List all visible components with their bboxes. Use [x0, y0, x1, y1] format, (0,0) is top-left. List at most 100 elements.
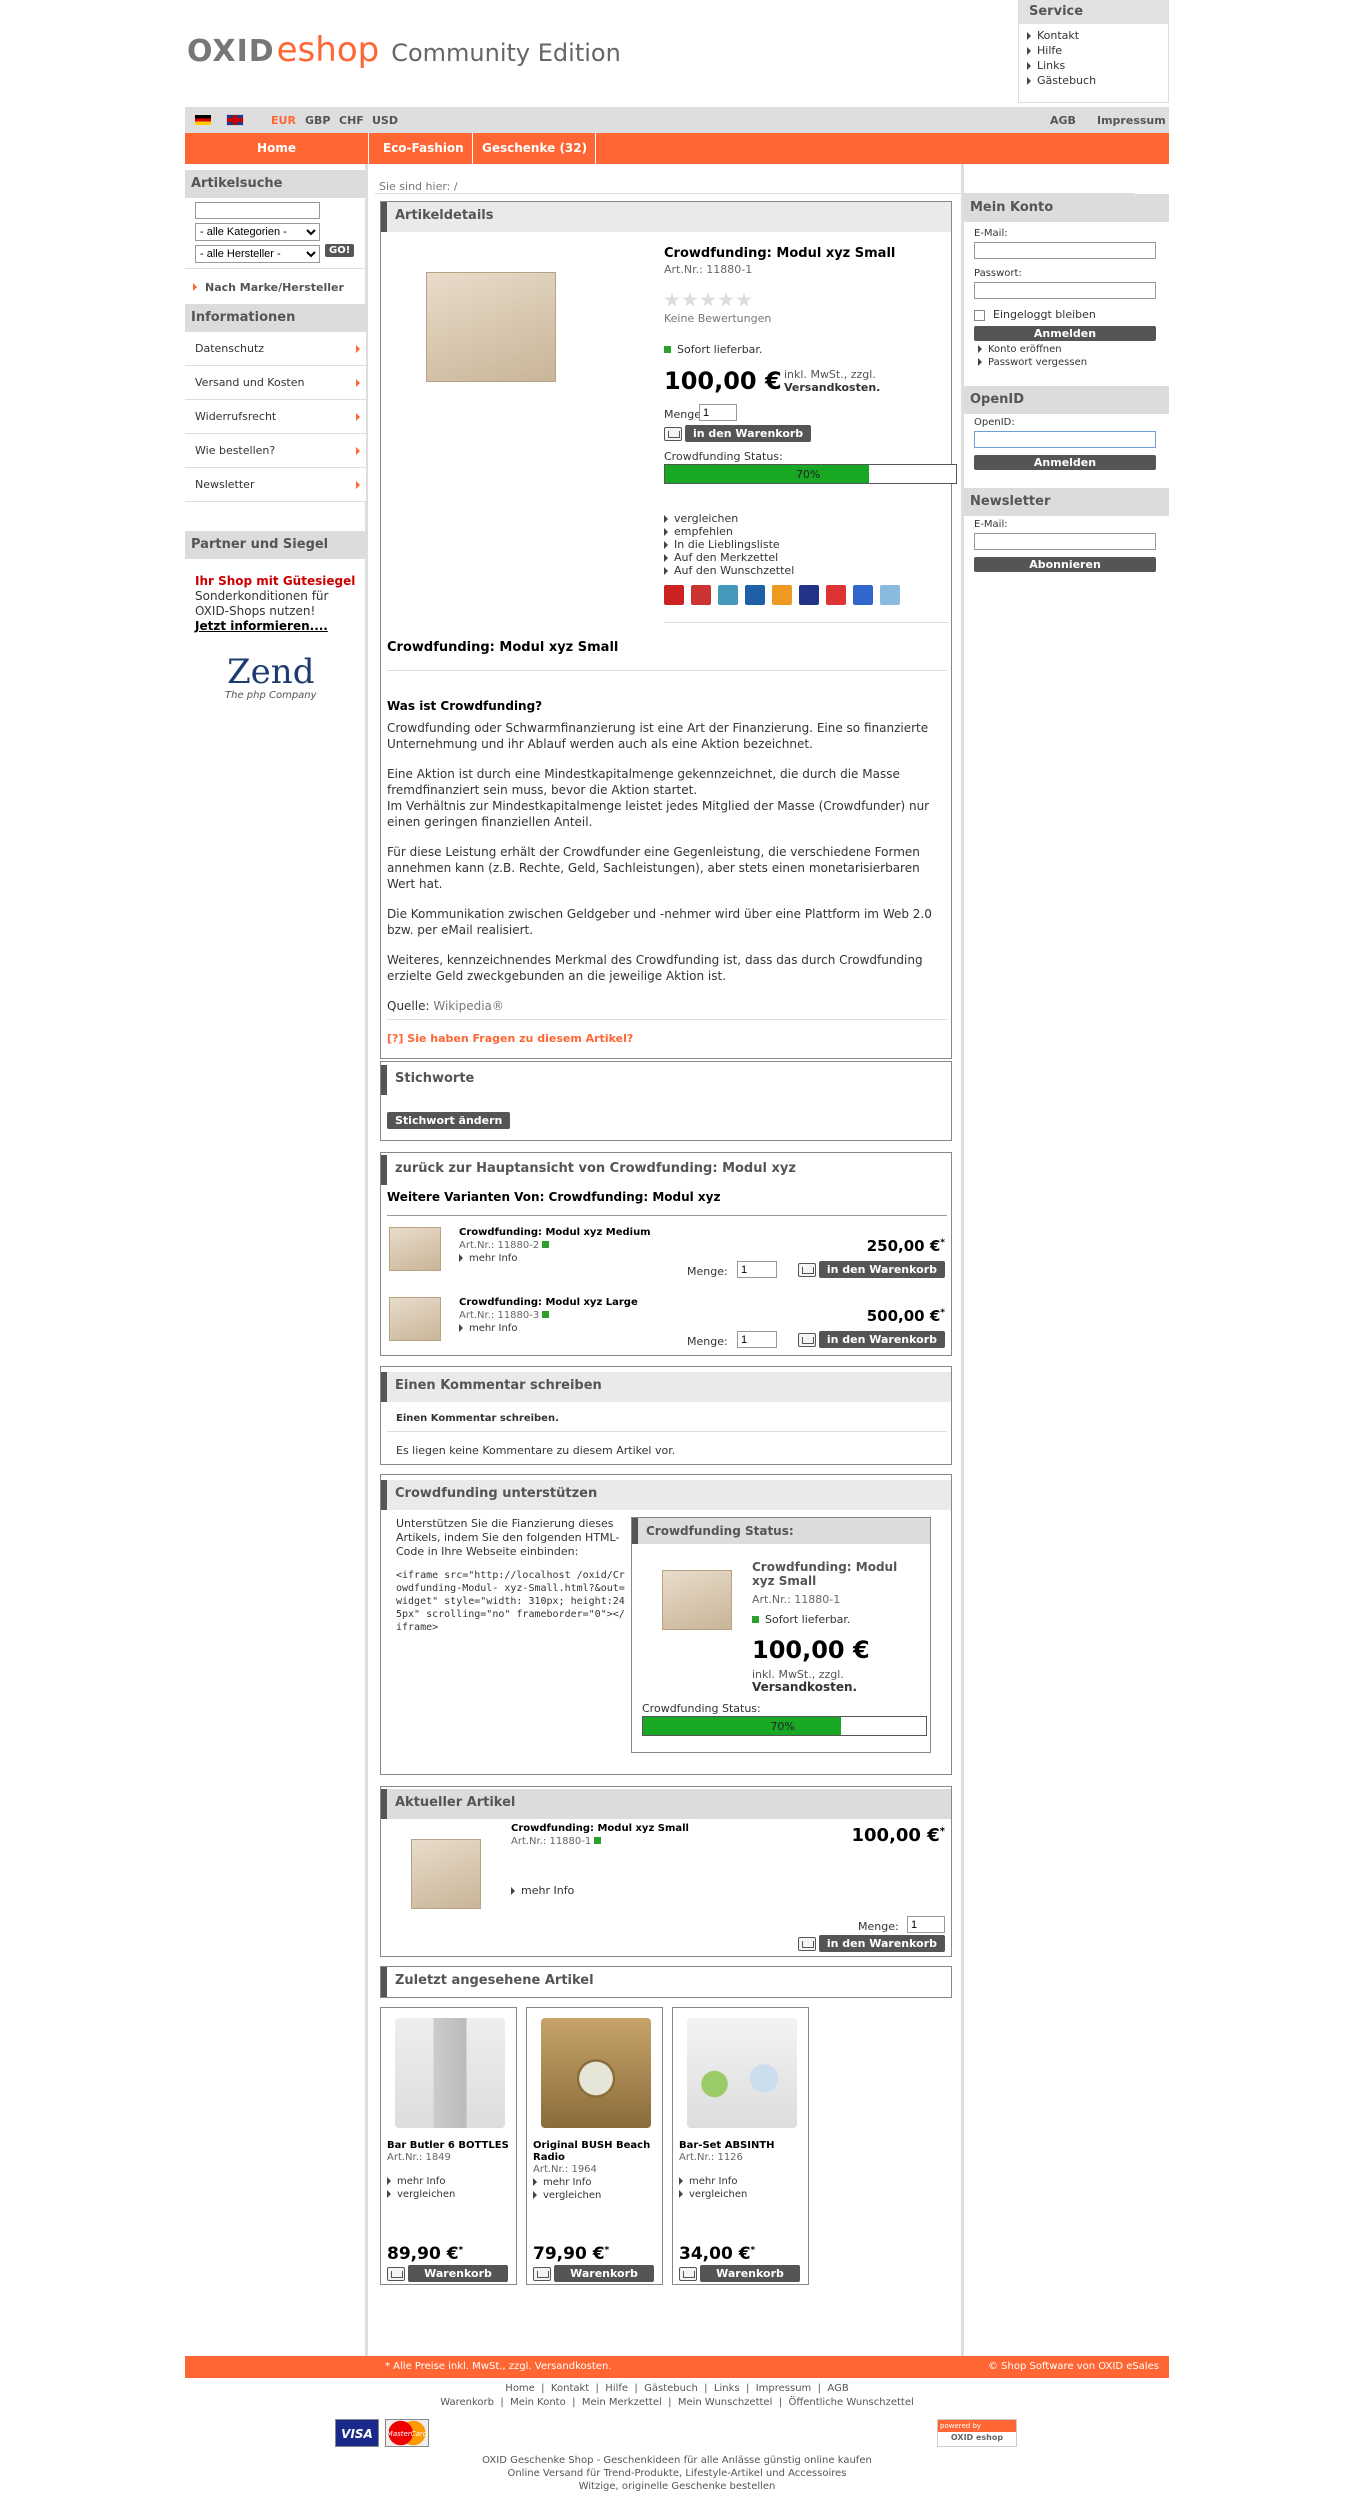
- register-link[interactable]: Konto eröffnen: [978, 344, 1062, 355]
- bookmark-icon[interactable]: [718, 585, 738, 605]
- footer-link[interactable]: Mein Merkzettel: [582, 2397, 662, 2408]
- flag-uk-icon[interactable]: [226, 114, 244, 126]
- nav-eco-fashion[interactable]: Eco-Fashion: [375, 133, 473, 164]
- openid-input[interactable]: [974, 431, 1156, 448]
- currency-usd[interactable]: USD: [372, 114, 398, 127]
- newsletter-email-input[interactable]: [974, 533, 1156, 550]
- bookmark-icon[interactable]: [826, 585, 846, 605]
- action-recommend[interactable]: empfehlen: [664, 525, 794, 538]
- recent-item-name[interactable]: Original BUSH Beach Radio: [533, 2140, 658, 2164]
- current-more-info[interactable]: mehr Info: [511, 1884, 574, 1897]
- current-name[interactable]: Crowdfunding: Modul xyz Small: [511, 1823, 689, 1834]
- seal-block[interactable]: Ihr Shop mit Gütesiegel Sonderkonditione…: [195, 574, 363, 634]
- recent-item-name[interactable]: Bar-Set ABSINTH: [679, 2140, 804, 2152]
- impressum-link[interactable]: Impressum: [1097, 114, 1166, 127]
- nav-geschenke[interactable]: Geschenke (32): [474, 133, 597, 164]
- account-email-input[interactable]: [974, 242, 1156, 259]
- recent-item-more[interactable]: mehr Info: [387, 2176, 445, 2187]
- recent-item-image[interactable]: [395, 2018, 505, 2128]
- current-qty-input[interactable]: [907, 1916, 945, 1933]
- current-add-to-cart[interactable]: in den Warenkorb: [797, 1935, 945, 1952]
- footer-link[interactable]: Gästebuch: [644, 2383, 698, 2394]
- variant-add-to-cart[interactable]: in den Warenkorb: [797, 1261, 945, 1278]
- recent-item-compare[interactable]: vergleichen: [387, 2189, 455, 2200]
- recent-item-image[interactable]: [541, 2018, 651, 2128]
- back-to-main-link[interactable]: zurück zur Hauptansicht von Crowdfunding…: [381, 1155, 951, 1185]
- footer-link[interactable]: Links: [714, 2383, 740, 2394]
- info-item-bestellen[interactable]: Wie bestellen?: [185, 434, 366, 468]
- manufacturer-select[interactable]: - alle Hersteller -: [195, 245, 320, 263]
- service-link-hilfe[interactable]: Hilfe: [1027, 43, 1168, 58]
- brand-link[interactable]: Nach Marke/Hersteller: [193, 281, 344, 294]
- logo[interactable]: OXID eshop Community Edition: [187, 30, 621, 70]
- recent-item-compare[interactable]: vergleichen: [679, 2189, 747, 2200]
- service-link-links[interactable]: Links: [1027, 58, 1168, 73]
- category-select[interactable]: - alle Kategorien -: [195, 223, 320, 241]
- flag-de-icon[interactable]: [195, 115, 211, 125]
- bookmark-icon[interactable]: [691, 585, 711, 605]
- action-wishlist[interactable]: Auf den Wunschzettel: [664, 564, 794, 577]
- variant-image[interactable]: [389, 1297, 441, 1341]
- recent-item-cart[interactable]: Warenkorb: [533, 2265, 654, 2282]
- nav-home[interactable]: Home: [185, 133, 369, 164]
- variant-name[interactable]: Crowdfunding: Modul xyz Medium: [459, 1227, 651, 1238]
- footer-link[interactable]: Impressum: [756, 2383, 812, 2394]
- footer-link[interactable]: Mein Konto: [510, 2397, 566, 2408]
- info-item-newsletter[interactable]: Newsletter: [185, 468, 366, 502]
- embed-code[interactable]: <iframe src="http://localhost /oxid/Crow…: [396, 1569, 626, 1634]
- variant-more-info[interactable]: mehr Info: [459, 1323, 517, 1334]
- footer-link[interactable]: Mein Wunschzettel: [678, 2397, 773, 2408]
- recent-item-more[interactable]: mehr Info: [533, 2177, 591, 2188]
- powered-by-oxid[interactable]: powered by OXID eshop: [937, 2419, 1017, 2447]
- bookmark-icon[interactable]: [772, 585, 792, 605]
- search-input[interactable]: [195, 202, 320, 219]
- footer-link[interactable]: Home: [505, 2383, 535, 2394]
- currency-gbp[interactable]: GBP: [305, 114, 330, 127]
- remember-checkbox[interactable]: Eingeloggt bleiben: [974, 308, 1096, 321]
- bookmark-icon[interactable]: [745, 585, 765, 605]
- action-notice[interactable]: Auf den Merkzettel: [664, 551, 794, 564]
- question-link[interactable]: [?] Sie haben Fragen zu diesem Artikel?: [387, 1032, 633, 1045]
- qty-input[interactable]: [699, 404, 737, 421]
- footer-link[interactable]: Warenkorb: [440, 2397, 494, 2408]
- info-item-versand[interactable]: Versand und Kosten: [185, 366, 366, 400]
- currency-chf[interactable]: CHF: [339, 114, 364, 127]
- seal-link[interactable]: Jetzt informieren....: [195, 619, 363, 634]
- recent-item-name[interactable]: Bar Butler 6 BOTTLES: [387, 2140, 512, 2152]
- rating-stars[interactable]: [664, 292, 754, 311]
- recent-item-cart[interactable]: Warenkorb: [387, 2265, 508, 2282]
- variant-name[interactable]: Crowdfunding: Modul xyz Large: [459, 1297, 638, 1308]
- bookmark-icon[interactable]: [853, 585, 873, 605]
- write-comment-link[interactable]: Einen Kommentar schreiben.: [396, 1413, 559, 1424]
- recent-item-image[interactable]: [687, 2018, 797, 2128]
- product-image[interactable]: [426, 272, 556, 382]
- footer-link[interactable]: AGB: [827, 2383, 848, 2394]
- subscribe-button[interactable]: Abonnieren: [974, 557, 1156, 572]
- footer-copyright[interactable]: © Shop Software von OXID eSales: [988, 2356, 1159, 2378]
- bookmark-icon[interactable]: [799, 585, 819, 605]
- info-item-datenschutz[interactable]: Datenschutz: [185, 332, 366, 366]
- login-button[interactable]: Anmelden: [974, 326, 1156, 341]
- variant-qty-input[interactable]: [737, 1331, 777, 1348]
- footer-link[interactable]: Kontakt: [551, 2383, 589, 2394]
- bookmark-icon[interactable]: [664, 585, 684, 605]
- recent-item-more[interactable]: mehr Info: [679, 2176, 737, 2187]
- source-link[interactable]: Wikipedia®: [433, 999, 504, 1013]
- agb-link[interactable]: AGB: [1050, 114, 1076, 127]
- openid-login-button[interactable]: Anmelden: [974, 455, 1156, 470]
- zend-logo[interactable]: Zend The php Company: [225, 654, 317, 701]
- info-item-widerruf[interactable]: Widerrufsrecht: [185, 400, 366, 434]
- bookmark-icon[interactable]: [880, 585, 900, 605]
- currency-eur[interactable]: EUR: [271, 114, 296, 127]
- edit-tags-button[interactable]: Stichwort ändern: [387, 1112, 511, 1129]
- search-go-button[interactable]: GO!: [325, 244, 355, 257]
- service-link-gaestebuch[interactable]: Gästebuch: [1027, 73, 1168, 88]
- variant-qty-input[interactable]: [737, 1261, 777, 1278]
- shipping-note[interactable]: Versandkosten.: [784, 381, 880, 394]
- recent-item-cart[interactable]: Warenkorb: [679, 2265, 800, 2282]
- service-link-kontakt[interactable]: Kontakt: [1027, 28, 1168, 43]
- current-image[interactable]: [411, 1839, 481, 1909]
- account-password-input[interactable]: [974, 282, 1156, 299]
- variant-image[interactable]: [389, 1227, 441, 1271]
- action-favorites[interactable]: In die Lieblingsliste: [664, 538, 794, 551]
